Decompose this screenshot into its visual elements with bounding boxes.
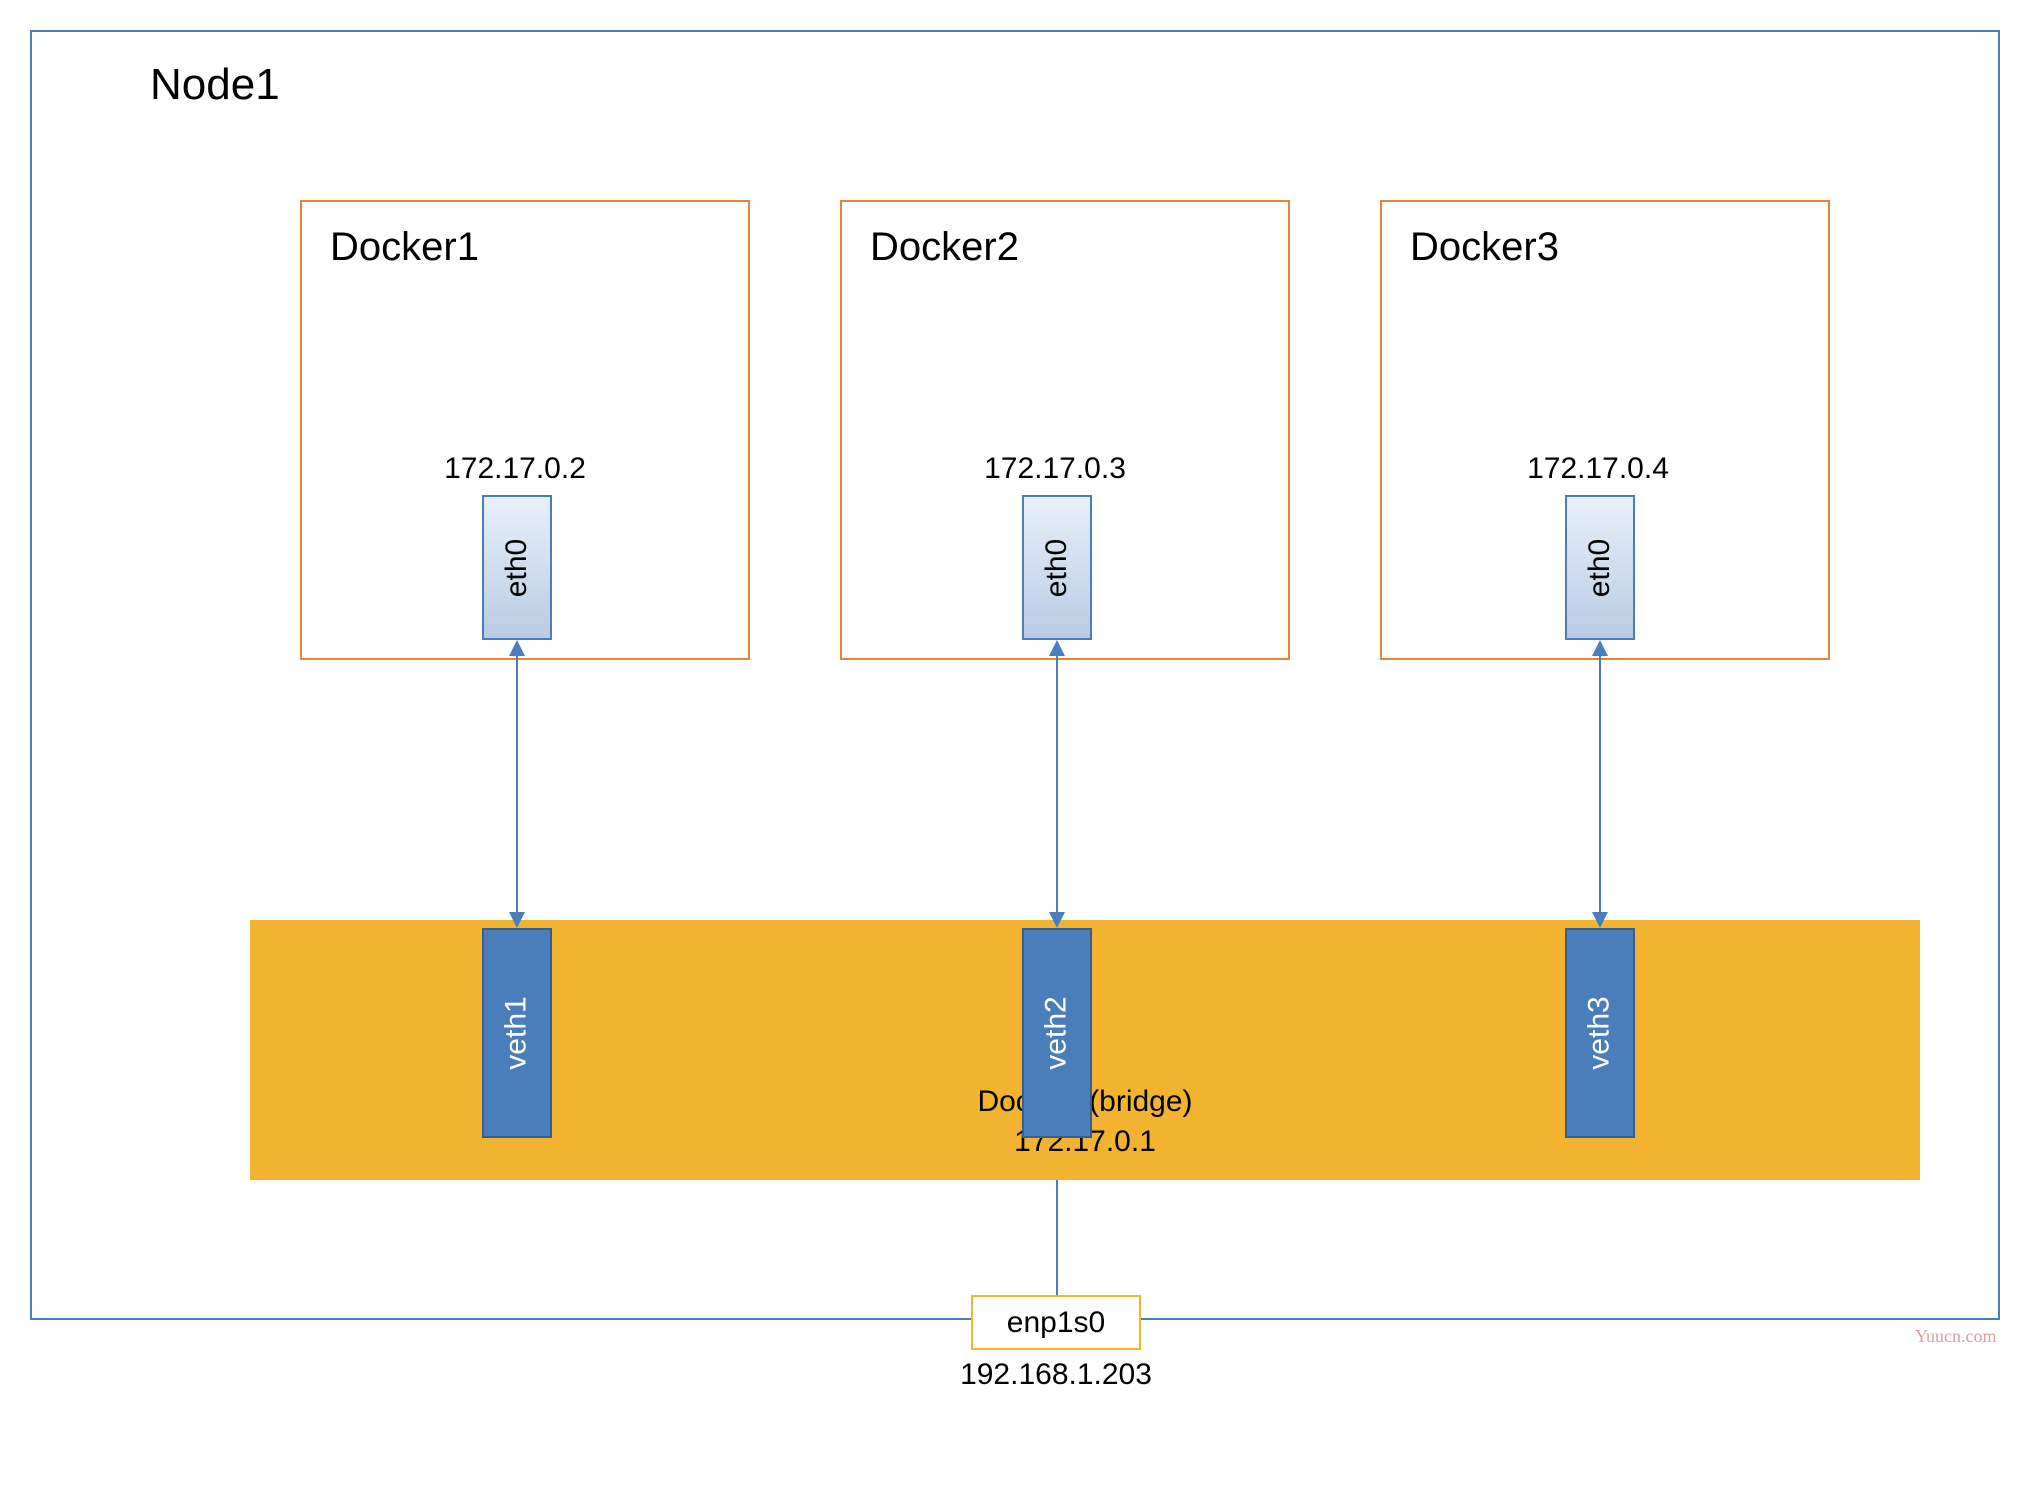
docker3-veth-link	[1593, 640, 1613, 928]
node-title: Node1	[150, 60, 280, 110]
docker3-eth0-label: eth0	[1583, 538, 1617, 596]
host-iface-ip: 192.168.1.203	[956, 1358, 1156, 1392]
docker1-title: Docker1	[330, 225, 479, 270]
docker2-ip: 172.17.0.3	[955, 452, 1155, 486]
docker2-eth0: eth0	[1022, 495, 1092, 640]
docker3-eth0: eth0	[1565, 495, 1635, 640]
veth2-box: veth2	[1022, 928, 1092, 1138]
veth1-label: veth1	[500, 996, 534, 1069]
diagram-canvas: Node1 Docker0(bridge) 172.17.0.1 Docker1…	[20, 20, 2010, 1476]
veth1-box: veth1	[482, 928, 552, 1138]
docker2-eth0-label: eth0	[1040, 538, 1074, 596]
docker2-title: Docker2	[870, 225, 1019, 270]
veth3-label: veth3	[1583, 996, 1617, 1069]
docker2-veth-link	[1050, 640, 1070, 928]
docker1-eth0-label: eth0	[500, 538, 534, 596]
host-iface-box: enp1s0	[971, 1295, 1141, 1350]
docker1-eth0: eth0	[482, 495, 552, 640]
watermark: Yuucn.com	[1915, 1326, 1996, 1347]
docker3-title: Docker3	[1410, 225, 1559, 270]
veth3-box: veth3	[1565, 928, 1635, 1138]
docker1-veth-link	[510, 640, 530, 928]
docker1-ip: 172.17.0.2	[415, 452, 615, 486]
bridge-enp-link	[1050, 1180, 1070, 1295]
veth2-label: veth2	[1040, 996, 1074, 1069]
host-iface-name: enp1s0	[1007, 1306, 1105, 1340]
docker3-ip: 172.17.0.4	[1498, 452, 1698, 486]
